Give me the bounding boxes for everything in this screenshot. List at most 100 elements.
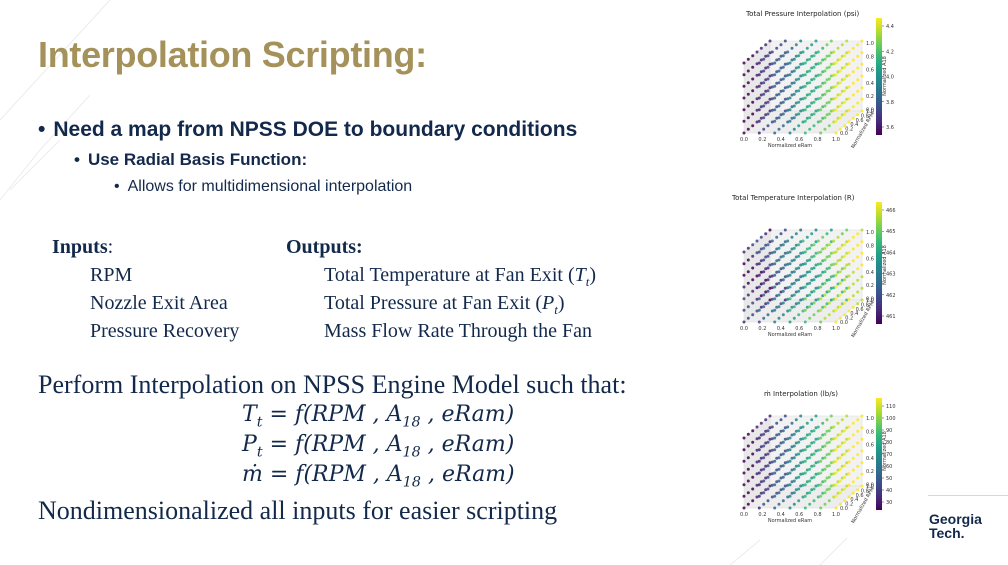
scatter-point — [773, 448, 777, 452]
scatter-point — [751, 254, 755, 258]
scatter-point — [751, 301, 755, 305]
scatter-point — [777, 246, 781, 250]
scatter-point — [838, 57, 842, 61]
scatter-point — [819, 494, 823, 498]
scatter-point — [847, 483, 851, 487]
scatter-point — [781, 452, 785, 456]
scatter-point — [773, 131, 777, 135]
scatter-point — [792, 81, 796, 85]
output-item: Total Pressure at Fan Exit (Pt) — [324, 292, 565, 318]
scatter-point — [792, 316, 796, 320]
scatter-point — [808, 479, 812, 483]
scatter-point — [777, 305, 781, 309]
colorbar-tick-label: 3.6 — [886, 125, 894, 131]
input-item: Pressure Recovery — [90, 320, 240, 342]
scatter-point — [757, 108, 761, 112]
scatter-point — [751, 89, 755, 93]
scatter-point — [851, 81, 855, 85]
scatter-point — [838, 491, 842, 495]
eq-rhs-sub: 18 — [402, 414, 421, 431]
scatter-point — [777, 456, 781, 460]
scatter-point — [766, 89, 770, 93]
scatter-point — [797, 77, 801, 81]
scatter-point — [812, 440, 816, 444]
scatter-point — [742, 108, 746, 112]
scatter-point — [751, 429, 755, 433]
scatter-point — [759, 421, 763, 425]
scatter-point — [766, 429, 770, 433]
colorbar-tick-label: 461 — [886, 314, 896, 320]
scatter-point — [788, 262, 792, 266]
scatter-point — [823, 281, 827, 285]
colorbar-tick-label: 90 — [886, 428, 892, 434]
scatter-point — [823, 246, 827, 250]
scatter-point — [823, 116, 827, 120]
z-tick-label: 0.2 — [866, 469, 874, 475]
scatter-point — [781, 464, 785, 468]
x-axis-label: Normalized eRam — [768, 518, 812, 524]
scatter-point — [757, 84, 761, 88]
scatter-point — [840, 418, 844, 422]
bullet-dot: • — [114, 178, 120, 195]
scatter-point — [840, 43, 844, 47]
scatter-point — [777, 81, 781, 85]
scatter-point — [851, 421, 855, 425]
scatter-point — [816, 425, 820, 429]
scatter-point — [751, 124, 755, 128]
scatter-point — [808, 491, 812, 495]
scatter-point — [768, 228, 772, 232]
scatter-point — [746, 444, 750, 448]
scatter-point — [781, 313, 785, 317]
scatter-point — [836, 46, 840, 50]
scatter-point — [838, 92, 842, 96]
scatter-point — [773, 73, 777, 77]
scatter-point — [856, 255, 860, 259]
scatter-point — [746, 305, 750, 309]
scatter-point — [788, 250, 792, 254]
scatter-point — [823, 69, 827, 73]
scatter-point — [757, 273, 761, 277]
scatter-point — [847, 472, 851, 476]
scatter-point — [812, 499, 816, 503]
scatter-point — [777, 281, 781, 285]
scatter-point — [851, 270, 855, 274]
scatter-point — [834, 494, 838, 498]
scatter-point — [777, 432, 781, 436]
scatter-point — [742, 436, 746, 440]
scatter-point — [856, 113, 860, 117]
scatter-point — [808, 316, 812, 320]
inputs-header-colon: : — [107, 236, 114, 258]
scatter-point — [838, 104, 842, 108]
scatter-point — [792, 444, 796, 448]
scatter-point — [827, 499, 831, 503]
eq-rhs-end: , eRam) — [420, 432, 515, 457]
scatter-point — [851, 305, 855, 309]
scatter-point — [773, 250, 777, 254]
scatter-point — [783, 39, 787, 43]
scatter-point — [825, 418, 829, 422]
scatter-point — [827, 254, 831, 258]
scatter-point — [860, 426, 864, 430]
scatter-point — [808, 57, 812, 61]
scatter-point — [766, 289, 770, 293]
scatter-point — [762, 444, 766, 448]
scatter-point — [803, 320, 807, 324]
scatter-point — [832, 425, 836, 429]
scatter-point — [773, 273, 777, 277]
scatter-point — [746, 456, 750, 460]
scatter-point — [801, 239, 805, 243]
x-tick-label: 0.8 — [814, 137, 822, 143]
scatter-point — [777, 92, 781, 96]
x-tick-label: 0.8 — [814, 512, 822, 518]
scatter-point — [851, 247, 855, 251]
scatter-point — [792, 116, 796, 120]
scatter-point — [803, 131, 807, 135]
colorbar-tick-label: 466 — [886, 208, 896, 214]
scatter-point — [757, 320, 761, 324]
scatter-point — [762, 57, 766, 61]
eq-lhs: P — [242, 432, 257, 457]
eq-lhs: T — [242, 402, 257, 427]
x-axis-label: Normalized eRam — [768, 143, 812, 149]
scatter-point — [773, 285, 777, 289]
scatter-point — [856, 290, 860, 294]
